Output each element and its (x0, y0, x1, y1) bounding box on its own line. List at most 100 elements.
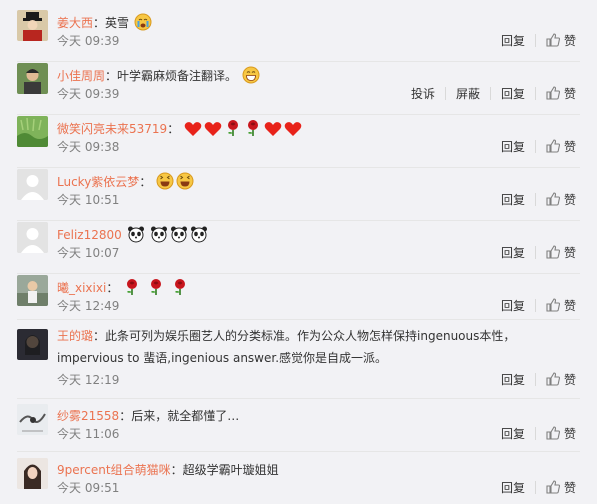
like-button[interactable]: 赞 (546, 372, 576, 388)
avatar[interactable] (17, 116, 48, 147)
reply-button[interactable]: 回复 (501, 33, 525, 49)
comment-item: 曦_xixixi： 今天 12:49 回复赞 (0, 275, 597, 327)
avatar[interactable] (17, 329, 48, 360)
username-link[interactable]: Lucky紫依云梦 (57, 175, 139, 189)
comment-divider (17, 398, 580, 399)
comment-item: 小佳周周：叶学霸麻烦备注翻译。 今天 09:39 投诉 屏蔽 回复赞 (0, 63, 597, 115)
avatar-image (17, 404, 48, 435)
comment-divider (17, 167, 580, 168)
grin-face-icon (242, 66, 260, 84)
avatar-image (17, 329, 48, 360)
comment-divider (17, 451, 580, 452)
block-button[interactable]: 屏蔽 (456, 86, 480, 102)
like-button[interactable]: 赞 (546, 33, 576, 49)
like-label: 赞 (563, 373, 576, 387)
avatar[interactable] (17, 222, 48, 253)
thumbs-up-icon (546, 86, 560, 100)
username-link[interactable]: 微笑闪亮未来53719 (57, 122, 167, 136)
reply-button[interactable]: 回复 (501, 372, 525, 388)
username-link[interactable]: 9percent组合萌猫咪 (57, 463, 171, 477)
thumbs-up-icon (546, 192, 560, 206)
reply-button[interactable]: 回复 (501, 298, 525, 314)
like-button[interactable]: 赞 (546, 86, 576, 102)
comment-text: 后来，就全都懂了… (131, 409, 240, 423)
default-avatar-icon (17, 222, 48, 253)
comment-divider (17, 220, 580, 221)
like-button[interactable]: 赞 (546, 245, 576, 261)
avatar[interactable] (17, 404, 48, 435)
thumbs-up-icon (546, 426, 560, 440)
heart-icon (184, 122, 202, 136)
divider (534, 481, 536, 494)
like-label: 赞 (563, 299, 576, 313)
comment-time: 今天 10:07 (57, 246, 120, 260)
reply-button[interactable]: 回复 (501, 139, 525, 155)
reply-button[interactable]: 回复 (501, 245, 525, 261)
like-label: 赞 (563, 427, 576, 441)
rose-icon (174, 279, 185, 295)
thumbs-up-icon (546, 245, 560, 259)
comment-list: 姜大西：英雪 今天 09:39 回复赞 小佳周周：叶学霸麻烦备注翻译。 今天 0… (0, 0, 597, 504)
avatar[interactable] (17, 169, 48, 200)
avatar-image (17, 116, 48, 147)
avatar[interactable] (17, 275, 48, 306)
reply-button[interactable]: 回复 (501, 426, 525, 442)
avatar[interactable] (17, 63, 48, 94)
avatar[interactable] (17, 10, 48, 41)
thumbs-up-icon (546, 480, 560, 494)
reply-button[interactable]: 回复 (501, 86, 525, 102)
comment-time: 今天 09:51 (57, 481, 120, 495)
comment-time: 今天 09:39 (57, 34, 120, 48)
divider (534, 34, 536, 47)
rose-icon (150, 279, 161, 295)
like-button[interactable]: 赞 (546, 298, 576, 314)
heart-icon (284, 122, 302, 136)
comment-time: 今天 09:39 (57, 87, 120, 101)
divider (534, 299, 536, 312)
username-link[interactable]: 曦_xixixi (57, 281, 106, 295)
username-link[interactable]: 纱雾21558 (57, 409, 119, 423)
rose-icon (127, 279, 138, 295)
comment-time: 今天 11:06 (57, 427, 120, 441)
comment-text: 此条可列为娱乐圈艺人的分类标准。作为公众人物怎样保持ingenuous本性，im… (57, 329, 516, 365)
avatar[interactable] (17, 458, 48, 489)
username-link[interactable]: 姜大西 (57, 16, 93, 30)
username-link[interactable]: 王的璐 (57, 329, 93, 343)
panda-icon (191, 226, 208, 243)
report-button[interactable]: 投诉 (411, 86, 435, 102)
username-link[interactable]: 小佳周周 (57, 69, 105, 83)
like-button[interactable]: 赞 (546, 139, 576, 155)
like-label: 赞 (563, 87, 576, 101)
comment-divider (17, 273, 580, 274)
username-link[interactable]: Feliz12800 (57, 228, 122, 242)
thumbs-up-icon (546, 372, 560, 386)
haha-face-icon (176, 172, 194, 190)
like-button[interactable]: 赞 (546, 192, 576, 208)
crying-face-icon (134, 13, 152, 31)
rose-icon (228, 120, 239, 136)
comment-item: 姜大西：英雪 今天 09:39 回复赞 (0, 10, 597, 62)
comment-divider (17, 319, 580, 320)
like-button[interactable]: 赞 (546, 426, 576, 442)
comment-time: 今天 12:19 (57, 373, 120, 387)
comment-item: 9percent组合萌猫咪：超级学霸叶璇姐姐 今天 09:51 回复赞 (0, 458, 597, 504)
panda-icon (151, 226, 168, 243)
divider (534, 87, 536, 100)
comment-time: 今天 10:51 (57, 193, 120, 207)
comment-item: Feliz12800 今天 10:07 回复 赞 (0, 222, 597, 274)
haha-face-icon (156, 172, 174, 190)
comment-text: 英雪 (105, 16, 130, 30)
avatar-image (17, 275, 48, 306)
like-button[interactable]: 赞 (546, 480, 576, 496)
like-label: 赞 (563, 140, 576, 154)
like-label: 赞 (563, 193, 576, 207)
thumbs-up-icon (546, 33, 560, 47)
reply-button[interactable]: 回复 (501, 192, 525, 208)
heart-icon (204, 122, 222, 136)
avatar-image (17, 10, 48, 41)
reply-button[interactable]: 回复 (501, 480, 525, 496)
divider (489, 87, 491, 100)
divider (534, 140, 536, 153)
default-avatar-icon (17, 169, 48, 200)
comment-item: Lucky紫依云梦： 今天 10:51 回复赞 (0, 169, 597, 221)
